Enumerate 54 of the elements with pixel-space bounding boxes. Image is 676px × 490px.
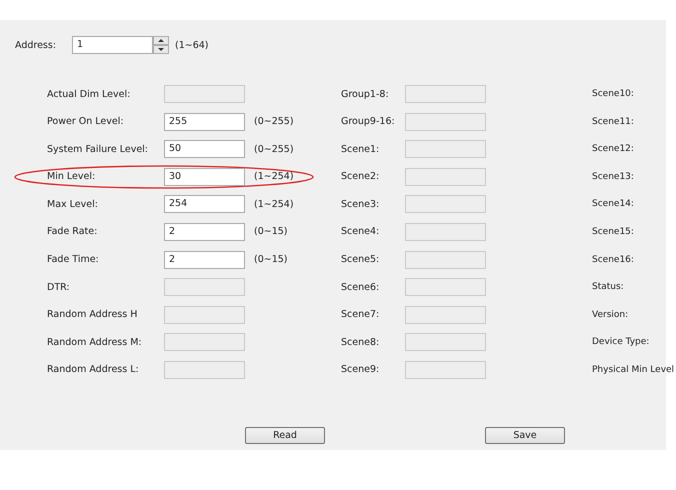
spin-up-button[interactable] bbox=[153, 36, 169, 45]
address-label: Address: bbox=[15, 40, 58, 50]
action-button[interactable]: Read bbox=[245, 426, 325, 444]
field-label: Status: bbox=[592, 282, 624, 292]
range-hint: (0~15) bbox=[253, 226, 288, 238]
field-label: Device Type: bbox=[592, 337, 650, 348]
input-field[interactable]: 255 bbox=[164, 112, 245, 131]
range-hint: (1~254) bbox=[253, 198, 294, 210]
field-label: Physical Min Level bbox=[592, 364, 674, 375]
field-label: Random Address H bbox=[47, 309, 138, 320]
field-label: DTR: bbox=[47, 282, 70, 293]
field-label: Group9-16: bbox=[341, 116, 395, 128]
field-label: Scene10: bbox=[592, 89, 634, 99]
field-label: Scene1: bbox=[341, 144, 380, 155]
field-label: Fade Time: bbox=[47, 254, 99, 266]
field-label: Scene2: bbox=[341, 171, 380, 182]
up-arrow-icon bbox=[158, 39, 164, 42]
field-label: Power On Level: bbox=[47, 116, 124, 128]
field-label: Scene16: bbox=[592, 254, 634, 265]
field-label: Min Level: bbox=[47, 171, 96, 182]
field-label: Scene12: bbox=[592, 144, 634, 154]
input-field[interactable]: 254 bbox=[164, 195, 245, 214]
field-label: Scene4: bbox=[341, 226, 380, 238]
action-button[interactable]: Save bbox=[485, 426, 565, 444]
field-label: Scene15: bbox=[592, 226, 634, 237]
field-label: Scene8: bbox=[341, 336, 380, 348]
down-arrow-icon bbox=[158, 48, 164, 51]
input-field[interactable]: 30 bbox=[164, 168, 245, 186]
range-hint: (0~15) bbox=[253, 254, 288, 266]
field-label: Max Level: bbox=[47, 198, 98, 210]
field-label: Scene7: bbox=[341, 309, 380, 320]
input-field[interactable]: 2 bbox=[164, 250, 245, 269]
input-field[interactable]: 50 bbox=[164, 140, 245, 158]
range-hint: (0~255) bbox=[253, 116, 294, 128]
field-label: Random Address L: bbox=[47, 364, 139, 376]
field-label: Scene13: bbox=[592, 172, 634, 182]
field-label: Version: bbox=[592, 310, 628, 320]
field-label: Scene6: bbox=[341, 282, 380, 293]
field-label: Scene11: bbox=[592, 116, 634, 127]
field-label: Fade Rate: bbox=[47, 226, 98, 238]
range-hint: (1~64) bbox=[175, 40, 209, 50]
field-label: Actual Dim Level: bbox=[47, 88, 130, 100]
spin-down-button[interactable] bbox=[153, 45, 169, 54]
field-label: Scene5: bbox=[341, 254, 380, 266]
field-label: Group1-8: bbox=[341, 88, 389, 100]
field-label: Scene14: bbox=[592, 199, 634, 210]
field-label: Scene3: bbox=[341, 198, 380, 210]
input-field[interactable]: 2 bbox=[164, 222, 245, 241]
field-label: System Failure Level: bbox=[47, 144, 148, 155]
field-label: Random Address M: bbox=[47, 336, 142, 348]
range-hint: (1~254) bbox=[253, 171, 294, 182]
field-label: Scene9: bbox=[341, 364, 380, 376]
range-hint: (0~255) bbox=[253, 144, 294, 155]
address-field[interactable]: 1 bbox=[72, 36, 153, 54]
